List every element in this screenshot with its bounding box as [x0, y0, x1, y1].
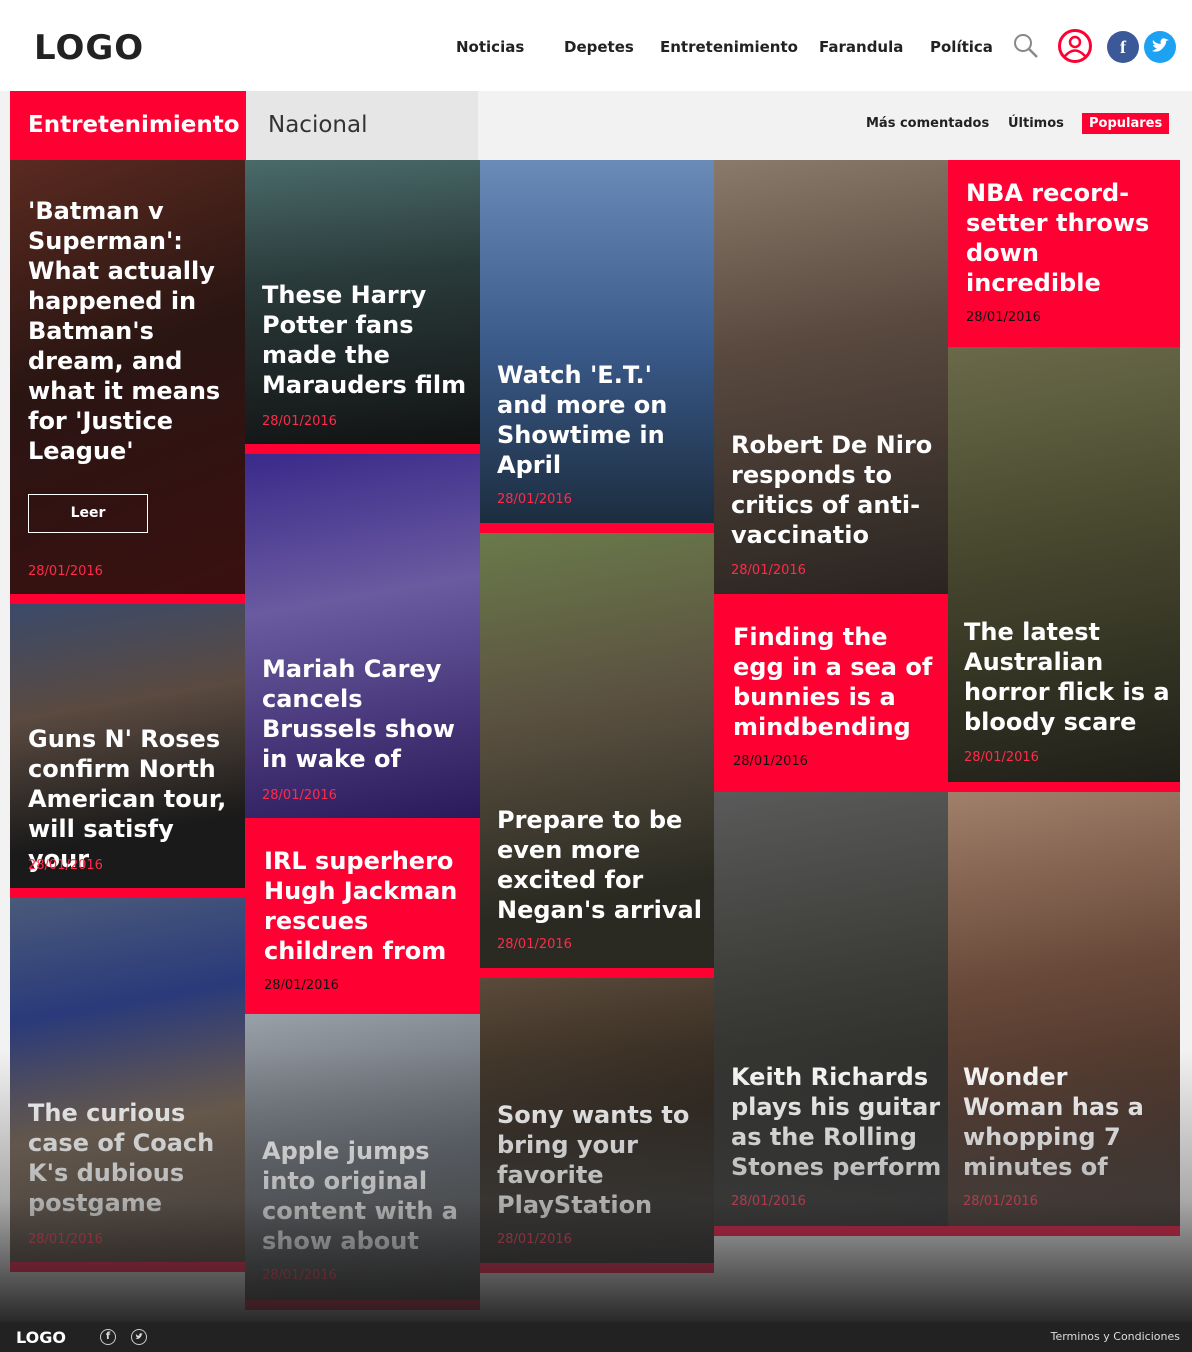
news-card[interactable]: Guns N' Roses confirm North American tou… — [10, 604, 245, 898]
nav-item-entretenimiento[interactable]: Entretenimiento — [660, 38, 798, 56]
card-accent-bar — [480, 968, 714, 978]
card-date: 28/01/2016 — [28, 858, 103, 873]
card-date: 28/01/2016 — [966, 310, 1041, 325]
card-date: 28/01/2016 — [964, 750, 1039, 765]
nav-item-deportes[interactable]: Depetes — [564, 38, 634, 56]
news-card[interactable]: Sony wants to bring your favorite PlaySt… — [480, 978, 714, 1273]
card-accent-bar — [714, 1226, 948, 1236]
terms-link[interactable]: Terminos y Condiciones — [1051, 1330, 1180, 1343]
news-card[interactable]: Keith Richards plays his guitar as the R… — [714, 792, 948, 1236]
twitter-icon[interactable] — [1144, 31, 1176, 63]
card-title: Prepare to be even more excited for Nega… — [497, 806, 702, 924]
nav-item-politica[interactable]: Política — [930, 38, 993, 56]
card-title: The curious case of Coach K's dubious po… — [28, 1099, 215, 1217]
news-card[interactable]: Mariah Carey cancels Brussels show in wa… — [245, 454, 480, 818]
facebook-icon[interactable]: f — [100, 1329, 116, 1345]
tab-entretenimiento[interactable]: Entretenimiento — [10, 91, 246, 160]
filter-ultimos[interactable]: Últimos — [1008, 116, 1064, 131]
news-card[interactable]: Prepare to be even more excited for Nega… — [480, 533, 714, 978]
card-title: Wonder Woman has a whopping 7 minutes of — [963, 1063, 1144, 1181]
user-icon[interactable] — [1058, 29, 1092, 63]
news-card[interactable]: 'Batman v Superman': What actually happe… — [10, 160, 245, 604]
news-card[interactable]: These Harry Potter fans made the Maraude… — [245, 160, 480, 454]
card-title: Finding the egg in a sea of bunnies is a… — [733, 623, 933, 741]
nav-item-farandula[interactable]: Farandula — [819, 38, 903, 56]
card-date: 28/01/2016 — [262, 788, 337, 803]
news-card[interactable]: The curious case of Coach K's dubious po… — [10, 898, 245, 1272]
card-date: 28/01/2016 — [733, 754, 808, 769]
card-title: IRL superhero Hugh Jackman rescues child… — [264, 847, 458, 965]
card-accent-bar — [480, 523, 714, 533]
card-accent-bar — [10, 594, 245, 604]
card-accent-bar — [480, 1263, 714, 1273]
card-date: 28/01/2016 — [497, 492, 572, 507]
nav-item-noticias[interactable]: Noticias — [456, 38, 524, 56]
card-date: 28/01/2016 — [497, 937, 572, 952]
card-date: 28/01/2016 — [731, 1194, 806, 1209]
filter-mas-comentados[interactable]: Más comentados — [866, 116, 989, 131]
site-header: LOGO Noticias Depetes Entretenimiento Fa… — [0, 0, 1192, 91]
news-card[interactable]: Apple jumps into original content with a… — [245, 1014, 480, 1310]
filter-populares[interactable]: Populares — [1082, 113, 1170, 134]
card-title: Watch 'E.T.' and more on Showtime in Apr… — [497, 361, 668, 479]
card-accent-bar — [245, 444, 480, 454]
card-accent-bar — [948, 1226, 1180, 1236]
card-date: 28/01/2016 — [731, 563, 806, 578]
card-date: 28/01/2016 — [262, 414, 337, 429]
card-title: The latest Australian horror flick is a … — [964, 618, 1170, 736]
tab-nacional[interactable]: Nacional — [246, 91, 478, 160]
card-date: 28/01/2016 — [264, 978, 339, 993]
card-title: Robert De Niro responds to critics of an… — [731, 431, 933, 549]
search-icon[interactable] — [1012, 32, 1040, 60]
site-footer: LOGO f Terminos y Condiciones — [0, 1322, 1192, 1352]
footer-logo[interactable]: LOGO — [16, 1328, 66, 1347]
card-title: 'Batman v Superman': What actually happe… — [28, 197, 221, 465]
news-card[interactable]: Wonder Woman has a whopping 7 minutes of… — [948, 792, 1180, 1236]
card-date: 28/01/2016 — [28, 564, 103, 579]
card-title: Sony wants to bring your favorite PlaySt… — [497, 1101, 690, 1219]
news-card[interactable]: IRL superhero Hugh Jackman rescues child… — [245, 818, 480, 1014]
site-logo[interactable]: LOGO — [34, 28, 144, 68]
news-card[interactable]: NBA record-setter throws down incredible… — [948, 160, 1180, 347]
card-title: Guns N' Roses confirm North American tou… — [28, 725, 227, 873]
card-date: 28/01/2016 — [963, 1194, 1038, 1209]
card-accent-bar — [10, 888, 245, 898]
news-card[interactable]: Robert De Niro responds to critics of an… — [714, 160, 948, 594]
twitter-icon[interactable] — [131, 1329, 147, 1345]
card-date: 28/01/2016 — [28, 1232, 103, 1247]
card-date: 28/01/2016 — [497, 1232, 572, 1247]
card-title: Apple jumps into original content with a… — [262, 1137, 458, 1255]
card-title: Mariah Carey cancels Brussels show in wa… — [262, 655, 455, 773]
read-button[interactable]: Leer — [28, 494, 148, 533]
card-accent-bar — [10, 1262, 245, 1272]
news-card[interactable]: Watch 'E.T.' and more on Showtime in Apr… — [480, 160, 714, 533]
card-accent-bar — [948, 782, 1180, 792]
news-card[interactable]: The latest Australian horror flick is a … — [948, 347, 1180, 792]
card-date: 28/01/2016 — [262, 1268, 337, 1283]
facebook-icon[interactable]: f — [1107, 31, 1139, 63]
section-tabbar: Entretenimiento Nacional Más comentados … — [0, 91, 1192, 160]
card-title: Keith Richards plays his guitar as the R… — [731, 1063, 942, 1181]
card-accent-bar — [245, 1300, 480, 1310]
news-card[interactable]: Finding the egg in a sea of bunnies is a… — [714, 594, 948, 792]
card-title: These Harry Potter fans made the Maraude… — [262, 281, 467, 399]
card-title: NBA record-setter throws down incredible — [966, 179, 1150, 297]
